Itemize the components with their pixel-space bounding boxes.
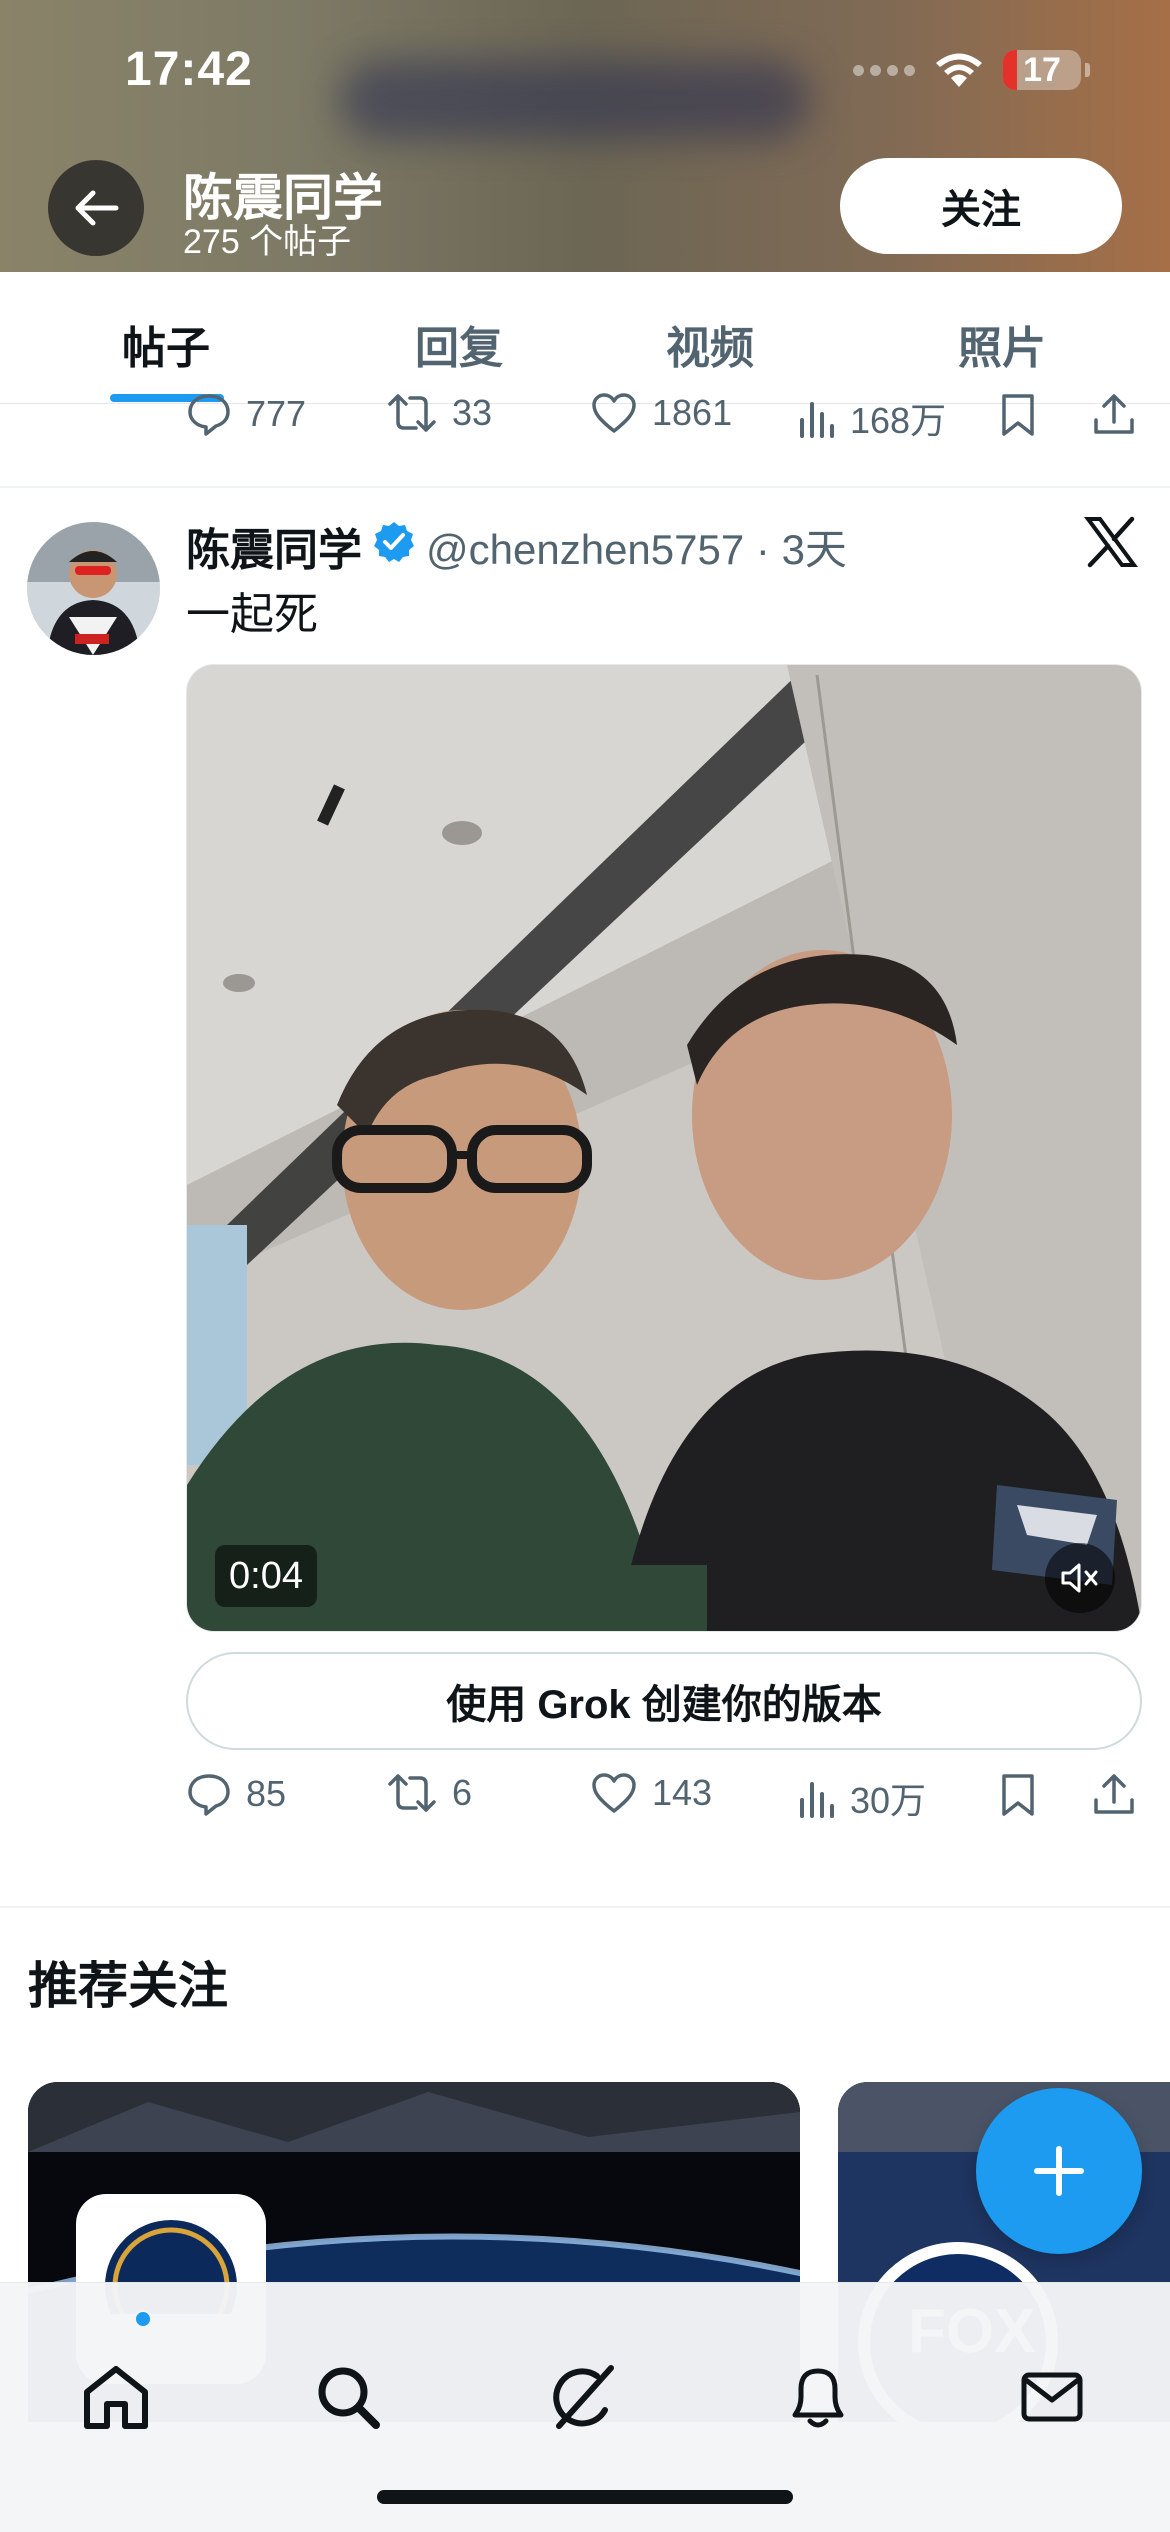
comment-icon [188, 394, 230, 436]
prev-post-actions: 777 33 1861 168万 [186, 392, 1146, 452]
verified-badge-icon [374, 522, 414, 562]
header-banner-blur [340, 60, 810, 140]
bell-icon [792, 2368, 844, 2428]
nav-messages[interactable] [1012, 2357, 1092, 2437]
nav-grok[interactable] [544, 2357, 624, 2437]
repost-button[interactable]: 6 [386, 1772, 472, 1814]
home-notification-dot [134, 2310, 152, 2328]
views-button[interactable]: 30万 [796, 1772, 926, 1824]
views-button[interactable]: 168万 [796, 392, 946, 444]
share-icon [1094, 394, 1134, 434]
wifi-icon [936, 53, 982, 87]
reply-count: 777 [246, 393, 307, 434]
heart-icon [592, 1773, 636, 1813]
avatar[interactable] [27, 522, 160, 655]
home-icon [84, 2366, 148, 2429]
repost-count: 6 [452, 1772, 473, 1813]
repost-count: 33 [452, 392, 493, 433]
mute-button[interactable] [1045, 1543, 1115, 1613]
repost-icon [388, 1774, 436, 1812]
post-handle[interactable]: @chenzhen5757 [426, 526, 744, 573]
recommend-title: 推荐关注 [28, 1958, 228, 2014]
reply-button[interactable]: 777 [186, 392, 306, 436]
follow-button[interactable]: 关注 [840, 158, 1122, 254]
reply-button[interactable]: 85 [186, 1772, 286, 1816]
battery-level: 17 [1023, 50, 1061, 89]
share-button[interactable] [1092, 1772, 1136, 1818]
search-icon [318, 2367, 380, 2429]
post-count: 275 个帖子 [183, 223, 352, 261]
grok-icon [553, 2365, 614, 2429]
video-frame [187, 665, 1141, 1631]
profile-tabs: 帖子 回复 视频 照片 [0, 272, 1170, 404]
x-logo-icon[interactable] [1084, 516, 1138, 568]
section-divider [0, 1906, 1170, 1908]
home-indicator [377, 2490, 793, 2504]
arrow-left-icon [75, 190, 119, 226]
video-player[interactable]: 0:04 [186, 664, 1142, 1632]
tab-videos[interactable]: 视频 [666, 312, 754, 376]
like-button[interactable]: 143 [590, 1772, 712, 1814]
nav-search[interactable] [308, 2357, 388, 2437]
post-time: 3天 [781, 526, 847, 573]
nav-notifications[interactable] [778, 2357, 858, 2437]
post-author[interactable]: 陈震同学 [186, 514, 362, 578]
bookmark-button[interactable] [998, 392, 1038, 438]
like-count: 1861 [652, 392, 733, 433]
view-count: 30万 [850, 1780, 927, 1821]
compose-button[interactable] [976, 2088, 1142, 2254]
bookmark-button[interactable] [998, 1772, 1038, 1818]
tab-photos[interactable]: 照片 [958, 312, 1046, 376]
cellular-signal-icon [853, 64, 915, 76]
views-icon [800, 402, 834, 438]
heart-icon [592, 393, 636, 433]
status-time: 17:42 [125, 43, 253, 96]
reply-count: 85 [246, 1773, 287, 1814]
share-icon [1094, 1774, 1134, 1814]
profile-header: 17:42 17 陈震同学 275 个帖子 关注 [0, 0, 1170, 272]
repost-button[interactable]: 33 [386, 392, 492, 434]
tab-replies[interactable]: 回复 [415, 312, 503, 376]
battery-icon: 17 [1003, 50, 1081, 90]
status-icons: 17 [853, 50, 1090, 90]
post-handle-time: @chenzhen5757 · 3天 [426, 526, 847, 573]
nav-home[interactable] [76, 2357, 156, 2437]
like-button[interactable]: 1861 [590, 392, 732, 434]
video-duration: 0:04 [215, 1545, 317, 1607]
post-divider [0, 486, 1170, 488]
grok-create-button[interactable]: 使用 Grok 创建你的版本 [186, 1652, 1142, 1750]
post-text: 一起死 [186, 590, 318, 639]
post-actions: 85 6 143 30万 [186, 1772, 1146, 1832]
plus-icon [1034, 2146, 1084, 2196]
volume-muted-icon [1061, 1563, 1098, 1593]
bookmark-icon [1002, 1774, 1034, 1816]
like-count: 143 [652, 1772, 713, 1813]
view-count: 168万 [850, 400, 947, 441]
back-button[interactable] [48, 160, 144, 256]
tab-posts[interactable]: 帖子 [122, 312, 210, 376]
repost-icon [388, 394, 436, 432]
views-icon [800, 1782, 834, 1818]
share-button[interactable] [1092, 392, 1136, 438]
bookmark-icon [1002, 394, 1034, 436]
mail-icon [1021, 2372, 1083, 2422]
comment-icon [188, 1774, 230, 1816]
